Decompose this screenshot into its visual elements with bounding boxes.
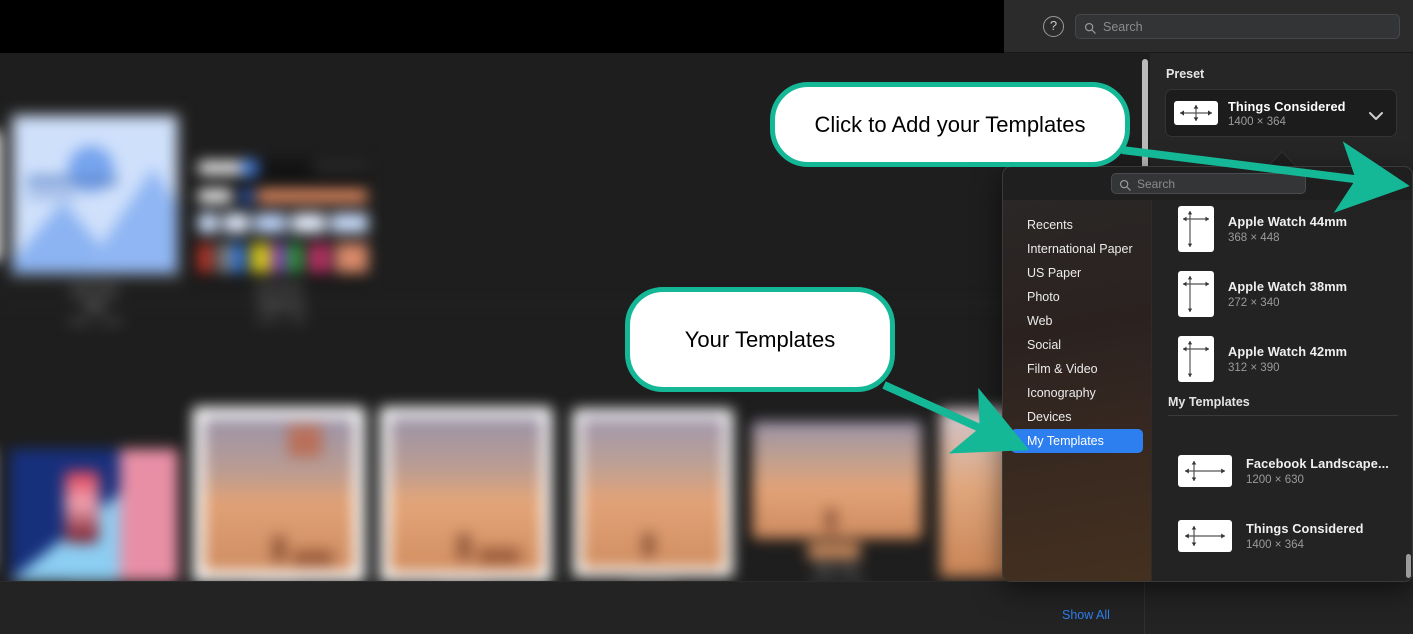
canvas-thumbnail[interactable]: iPad Pro 2048 × 2732: [573, 409, 733, 581]
app-window: iMac 4480 × 2520 Clipboard 1024 × 768 Ma…: [0, 0, 1413, 634]
preset-name: Things Considered: [1228, 98, 1346, 114]
category-list: Recents International Paper US Paper Pho…: [1003, 200, 1152, 581]
template-list: Apple Watch 44mm 368 × 448 Apple Watch 3…: [1152, 200, 1412, 581]
canvas-thumbnail[interactable]: iPad 10.9" 1640 × 2360: [193, 407, 365, 581]
callout-text: Click to Add your Templates: [814, 111, 1086, 137]
show-all-link[interactable]: Show All: [1062, 608, 1110, 622]
thumbnail-title: Mac mini: [814, 563, 859, 575]
help-circle-icon[interactable]: ?: [1043, 16, 1064, 37]
sidebar-item-photo[interactable]: Photo: [1011, 285, 1143, 309]
template-dimensions: 272 × 340: [1228, 296, 1280, 309]
popover-search-input[interactable]: Search: [1111, 173, 1306, 194]
popover-arrow: [1268, 152, 1296, 167]
popover-header: Search: [1003, 167, 1412, 200]
search-input[interactable]: Search: [1075, 14, 1400, 39]
canvas-thumbnail[interactable]: Clipboard 1024 × 768: [193, 159, 368, 326]
sidebar-item-us-paper[interactable]: US Paper: [1011, 261, 1143, 285]
list-item[interactable]: Facebook Landscape... 1200 × 630: [1152, 438, 1412, 503]
callout-text: Your Templates: [684, 326, 836, 352]
canvas-thumbnail[interactable]: Mac mini 1920 × 1080: [748, 417, 926, 581]
template-landscape-icon: [1178, 454, 1232, 487]
section-header-my-templates: My Templates: [1168, 395, 1250, 409]
canvas-thumbnail[interactable]: iPhone 1170 × 2532: [10, 449, 178, 581]
template-landscape-icon: [1174, 101, 1218, 125]
template-name: Things Considered: [1246, 520, 1364, 536]
canvas-thumbnail[interactable]: Postcard 1800 × 1200: [380, 407, 552, 581]
template-name: Apple Watch 38mm: [1228, 278, 1348, 294]
sidebar-item-iconography[interactable]: Iconography: [1011, 381, 1143, 405]
search-placeholder: Search: [1103, 19, 1143, 34]
top-toolbar: ? Search: [0, 0, 1413, 53]
canvas-row-divider: [0, 303, 1126, 304]
preset-selector[interactable]: Things Considered 1400 × 364: [1165, 89, 1397, 137]
sidebar-item-my-templates[interactable]: My Templates: [1011, 429, 1143, 453]
thumbnail-subtitle: 4480 × 2520: [67, 317, 123, 328]
template-dimensions: 1200 × 630: [1246, 473, 1304, 486]
template-picker-popover: Search Recents International Paper US Pa…: [1002, 166, 1413, 582]
sidebar-item-devices[interactable]: Devices: [1011, 405, 1143, 429]
list-item[interactable]: Apple Watch 42mm 312 × 390: [1152, 326, 1412, 391]
template-dimensions: 368 × 448: [1228, 231, 1280, 244]
template-list-scrollbar[interactable]: [1406, 554, 1411, 578]
list-item[interactable]: Things Considered 1400 × 364: [1152, 503, 1412, 568]
popover-search-placeholder: Search: [1137, 176, 1176, 191]
list-item[interactable]: Apple Watch 44mm 368 × 448: [1152, 200, 1412, 261]
sidebar-item-recents[interactable]: Recents: [1011, 213, 1143, 237]
callout-bubble-add-templates: Click to Add your Templates: [770, 82, 1130, 167]
search-icon: [1119, 178, 1131, 191]
template-portrait-icon: [1178, 205, 1214, 252]
sidebar-item-web[interactable]: Web: [1011, 309, 1143, 333]
thumbnail-title: Clipboard: [256, 299, 305, 311]
sidebar-item-social[interactable]: Social: [1011, 333, 1143, 357]
template-dimensions: 1400 × 364: [1246, 538, 1304, 551]
bottom-bar-divider: [1144, 581, 1145, 634]
list-item[interactable]: Apple Watch 38mm 272 × 340: [1152, 261, 1412, 326]
preset-section-label: Preset: [1166, 67, 1205, 81]
bottom-bar: [0, 581, 1413, 634]
section-divider: [1168, 415, 1398, 416]
sidebar-item-film-and-video[interactable]: Film & Video: [1011, 357, 1143, 381]
search-icon: [1084, 21, 1096, 34]
toolbar-left-area: [0, 0, 1004, 53]
sidebar-item-international-paper[interactable]: International Paper: [1011, 237, 1143, 261]
template-landscape-icon: [1178, 519, 1232, 552]
preset-dimensions: 1400 × 364: [1228, 115, 1286, 128]
template-name: Apple Watch 42mm: [1228, 343, 1348, 359]
canvas-thumbnail[interactable]: iMac 4480 × 2520: [8, 111, 182, 328]
template-portrait-icon: [1178, 270, 1214, 317]
template-portrait-icon: [1178, 335, 1214, 382]
callout-bubble-your-templates: Your Templates: [625, 287, 895, 392]
popover-body: Recents International Paper US Paper Pho…: [1003, 200, 1412, 581]
thumbnail-subtitle: 1024 × 768: [255, 315, 306, 326]
chevron-down-icon[interactable]: [1368, 108, 1384, 120]
template-list-scroll: Apple Watch 44mm 368 × 448 Apple Watch 3…: [1152, 200, 1412, 581]
template-name: Facebook Landscape...: [1246, 455, 1389, 471]
template-name: Apple Watch 44mm: [1228, 213, 1348, 229]
template-dimensions: 312 × 390: [1228, 361, 1280, 374]
add-template-button[interactable]: +: [1387, 171, 1400, 193]
